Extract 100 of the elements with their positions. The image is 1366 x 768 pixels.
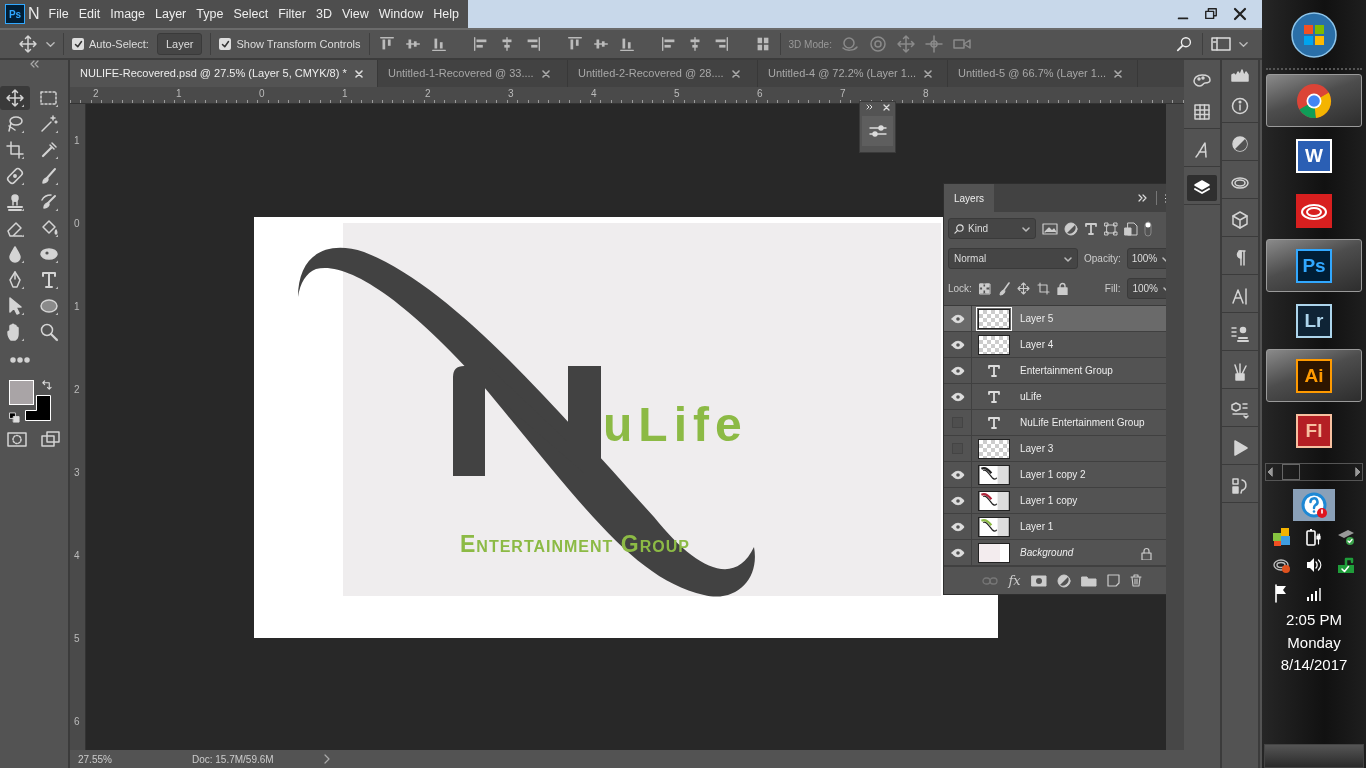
scrollbar[interactable] (1166, 104, 1184, 750)
eye-icon[interactable] (950, 495, 965, 506)
cube-icon[interactable] (1230, 210, 1250, 230)
mask-icon[interactable] (1030, 574, 1047, 587)
panel-tab[interactable]: Layers (944, 184, 994, 212)
bandage-icon[interactable] (5, 166, 25, 186)
layer-row[interactable]: Layer 5 (944, 306, 1166, 332)
eyedropper-icon[interactable] (39, 140, 59, 160)
history-brush-icon[interactable] (39, 192, 59, 212)
adjustment-icon[interactable] (1230, 134, 1250, 154)
default-colors-icon[interactable] (9, 412, 20, 424)
lock-paint-icon[interactable] (997, 281, 1010, 296)
hand-icon[interactable] (5, 322, 25, 342)
layer-row[interactable]: Layer 1 copy 2 (944, 462, 1166, 488)
menu-item[interactable]: 3D (310, 4, 337, 24)
info-icon[interactable] (1230, 96, 1250, 116)
panel-button[interactable] (1187, 175, 1217, 201)
eye-icon[interactable] (950, 547, 965, 558)
layer-row[interactable]: uLife (944, 384, 1166, 410)
grid-icon[interactable] (1192, 102, 1212, 122)
3d-icon[interactable] (1230, 400, 1250, 420)
menu-item[interactable]: Select (228, 4, 274, 24)
workspace-icon[interactable] (1211, 36, 1231, 52)
search-icon[interactable] (1176, 35, 1194, 53)
quick-mask-icon[interactable] (7, 430, 27, 448)
restore-icon[interactable] (1204, 7, 1218, 21)
character-icon[interactable] (1230, 286, 1250, 306)
menu-item[interactable]: Help (428, 4, 464, 24)
magic-wand-icon[interactable] (39, 114, 59, 134)
scroll-left-icon[interactable] (1266, 467, 1274, 477)
eye-icon[interactable] (950, 521, 965, 532)
layer-row[interactable]: Layer 1 copy (944, 488, 1166, 514)
layer-row[interactable]: Background (944, 540, 1166, 566)
paint-bucket-icon[interactable] (39, 218, 59, 238)
folder-icon[interactable] (1080, 574, 1097, 587)
taskbar-button[interactable]: W (1266, 129, 1362, 182)
menu-item[interactable]: Image (105, 4, 150, 24)
screen-mode-icon[interactable] (41, 430, 61, 448)
lasso-icon[interactable] (5, 114, 25, 134)
crop-icon[interactable] (5, 140, 25, 160)
image-filter-icon[interactable] (1042, 221, 1058, 236)
device-check-icon[interactable] (1336, 555, 1356, 575)
battery-icon[interactable] (1304, 527, 1324, 547)
lock-artboard-icon[interactable] (1036, 282, 1050, 295)
app-icon[interactable]: Ps (5, 4, 25, 24)
clock[interactable]: 2:05 PM Monday 8/14/2017 (1280, 609, 1348, 677)
layer-row[interactable]: NuLife Entertainment Group (944, 410, 1166, 436)
checkbox[interactable] (72, 38, 84, 50)
history-icon[interactable] (1230, 476, 1250, 496)
eye-icon[interactable] (950, 391, 965, 402)
marquee-icon[interactable] (39, 88, 59, 108)
adjustment-layer-icon[interactable] (1056, 573, 1071, 588)
eye-icon[interactable] (950, 339, 965, 350)
smart-object-filter-icon[interactable] (1124, 221, 1138, 236)
tool-button[interactable] (0, 86, 30, 110)
type-filter-icon[interactable] (1084, 221, 1098, 236)
menu-item[interactable]: File (43, 4, 74, 24)
background-color-swatch[interactable] (25, 395, 51, 421)
collapse-icon[interactable] (29, 60, 39, 68)
taskbar-button[interactable]: Ps (1266, 239, 1362, 292)
eye-icon[interactable] (950, 365, 965, 376)
layer-row[interactable]: Layer 4 (944, 332, 1166, 358)
stamp-list-icon[interactable] (1230, 324, 1250, 344)
brush-icon[interactable] (39, 166, 59, 186)
layer-row[interactable]: Entertainment Group (944, 358, 1166, 384)
trash-icon[interactable] (1129, 574, 1142, 587)
properties-icon[interactable] (868, 124, 887, 138)
layer-row[interactable]: Layer 3 (944, 436, 1166, 462)
scroll-thumb[interactable] (1282, 464, 1300, 480)
taskbar-button[interactable]: Fl (1266, 404, 1362, 457)
filter-select[interactable]: Kind (948, 218, 1036, 239)
layer-select[interactable]: Layer (156, 32, 203, 56)
help-icon[interactable] (1301, 492, 1327, 518)
checkbox[interactable] (219, 38, 232, 50)
move-tool-icon[interactable] (18, 34, 38, 54)
zoom-level[interactable]: 27.55% (78, 751, 112, 767)
lock-position-icon[interactable] (1016, 282, 1030, 295)
taskbar-button[interactable] (1266, 74, 1362, 127)
expand-icon[interactable] (865, 104, 874, 110)
stamp-icon[interactable] (5, 192, 25, 212)
menu-item[interactable]: Edit (73, 4, 106, 24)
eye-icon[interactable] (950, 469, 965, 480)
eye-icon[interactable] (950, 313, 965, 324)
taskbar-button[interactable]: Lr (1266, 294, 1362, 347)
zoom-icon[interactable] (39, 322, 59, 342)
new-layer-icon[interactable] (1106, 574, 1120, 587)
menu-item[interactable]: Layer (150, 4, 192, 24)
menu-item[interactable]: Window (373, 4, 429, 24)
type-tool-icon[interactable] (39, 270, 59, 290)
lock-all-icon[interactable] (1056, 282, 1068, 295)
blend-mode-select[interactable]: Normal (948, 248, 1078, 269)
menu-item[interactable]: Filter (273, 4, 311, 24)
filter-toggle-icon[interactable] (1144, 220, 1152, 237)
foreground-color-swatch[interactable] (9, 380, 34, 405)
swap-icon[interactable] (41, 380, 52, 392)
close-icon[interactable] (1232, 6, 1248, 22)
start-button[interactable] (1291, 12, 1337, 58)
document-tab[interactable]: NULIFE-Recovered.psd @ 27.5% (Layer 5, CMYK/8) * (70, 60, 378, 87)
fill-field[interactable]: 100% (1127, 278, 1166, 299)
layer-style-button[interactable]: fx (1008, 570, 1021, 591)
